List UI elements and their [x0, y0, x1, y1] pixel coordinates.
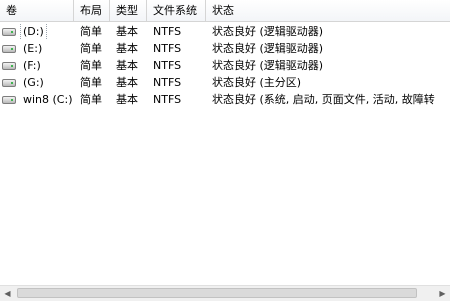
table-row[interactable]: (D:) 简单 基本 NTFS 状态良好 (逻辑驱动器): [0, 23, 450, 40]
column-header-type[interactable]: 类型: [110, 0, 147, 21]
volume-cell: (G:): [0, 74, 74, 91]
drive-icon: [2, 61, 16, 70]
volume-cell: (E:): [0, 40, 74, 57]
table-row[interactable]: (E:) 简单 基本 NTFS 状态良好 (逻辑驱动器): [0, 40, 450, 57]
layout-cell: 简单: [80, 76, 102, 89]
drive-icon: [2, 44, 16, 53]
volume-cell: (D:): [0, 23, 74, 40]
column-header-filesystem[interactable]: 文件系统: [147, 0, 206, 21]
column-header-volume[interactable]: 卷: [0, 0, 74, 21]
type-cell: 基本: [116, 93, 138, 106]
drive-icon: [2, 95, 16, 104]
status-cell: 状态良好 (逻辑驱动器): [212, 59, 324, 72]
status-cell: 状态良好 (系统, 启动, 页面文件, 活动, 故障转: [212, 93, 435, 106]
column-header-layout[interactable]: 布局: [74, 0, 110, 21]
column-header: 卷 布局 类型 文件系统 状态: [0, 0, 450, 22]
volume-name: (D:): [20, 23, 47, 40]
drive-icon: [2, 78, 16, 87]
filesystem-cell: NTFS: [153, 25, 182, 38]
type-cell: 基本: [116, 25, 138, 38]
filesystem-cell: NTFS: [153, 76, 182, 89]
type-cell: 基本: [116, 76, 138, 89]
arrow-right-icon[interactable]: ▶: [435, 286, 450, 301]
status-cell: 状态良好 (逻辑驱动器): [212, 25, 324, 38]
filesystem-cell: NTFS: [153, 59, 182, 72]
layout-cell: 简单: [80, 25, 102, 38]
horizontal-scrollbar[interactable]: ◀ ▶: [0, 285, 450, 301]
type-cell: 基本: [116, 59, 138, 72]
layout-cell: 简单: [80, 59, 102, 72]
table-row[interactable]: (G:) 简单 基本 NTFS 状态良好 (主分区): [0, 74, 450, 91]
scrollbar-thumb[interactable]: [17, 288, 417, 298]
layout-cell: 简单: [80, 42, 102, 55]
table-row[interactable]: win8 (C:) 简单 基本 NTFS 状态良好 (系统, 启动, 页面文件,…: [0, 91, 450, 108]
volume-name: (G:): [23, 76, 44, 89]
volume-name: (E:): [23, 42, 43, 55]
volume-name: (F:): [23, 59, 41, 72]
arrow-left-icon[interactable]: ◀: [0, 286, 15, 301]
status-cell: 状态良好 (逻辑驱动器): [212, 42, 324, 55]
volume-name: win8 (C:): [23, 93, 73, 106]
volume-cell: (F:): [0, 57, 74, 74]
layout-cell: 简单: [80, 93, 102, 106]
drive-icon: [2, 27, 16, 36]
filesystem-cell: NTFS: [153, 93, 182, 106]
filesystem-cell: NTFS: [153, 42, 182, 55]
volume-cell: win8 (C:): [0, 91, 74, 108]
type-cell: 基本: [116, 42, 138, 55]
status-cell: 状态良好 (主分区): [212, 76, 302, 89]
column-header-status[interactable]: 状态: [206, 0, 450, 21]
table-row[interactable]: (F:) 简单 基本 NTFS 状态良好 (逻辑驱动器): [0, 57, 450, 74]
